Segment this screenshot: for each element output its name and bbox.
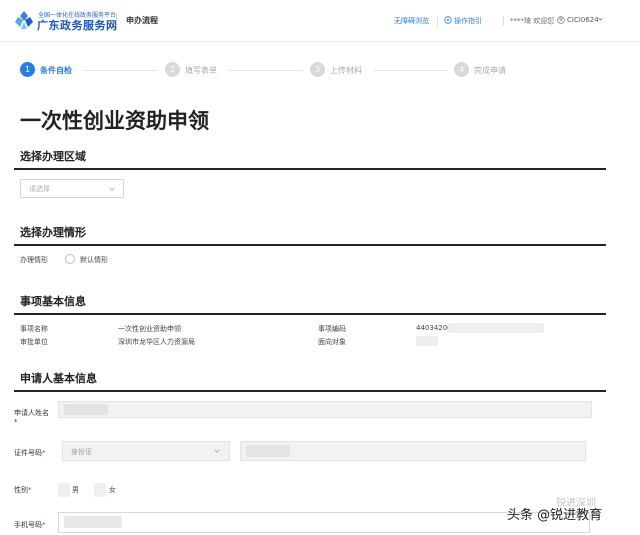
female-radio[interactable]	[94, 483, 106, 497]
section-divider	[14, 313, 606, 315]
page-title: 一次性创业资助申领	[20, 109, 209, 133]
operation-guide-link[interactable]: 操作指引	[454, 16, 482, 26]
redacted-phone	[64, 516, 122, 528]
section-divider	[14, 168, 606, 170]
step-label: 条件自检	[40, 66, 72, 75]
page-name: 申办流程	[126, 16, 158, 25]
phone-label: 手机号码*	[14, 520, 46, 530]
region-select-placeholder: 请选择	[29, 185, 50, 193]
redacted-target	[416, 336, 438, 346]
required-mark: *	[42, 449, 46, 457]
chevron-down-icon[interactable]	[214, 447, 220, 453]
section-divider	[14, 390, 606, 392]
step-label: 填写表单	[185, 66, 217, 75]
welcome-text: ****琦 欢迎您	[510, 17, 555, 25]
step-number: 4	[454, 62, 469, 77]
header-divider	[116, 14, 117, 28]
approval-unit-label: 审批单位	[20, 338, 48, 346]
redacted-name	[64, 404, 108, 415]
header-separator	[437, 17, 438, 26]
section-divider	[14, 244, 606, 246]
id-number-label-text: 证件号码	[14, 449, 42, 457]
required-mark: *	[28, 486, 32, 494]
redacted-code	[448, 323, 544, 333]
item-code-label: 事项编码	[318, 325, 346, 333]
id-type-value: 身份证	[71, 448, 92, 456]
scenario-option-label: 默认情形	[80, 256, 108, 264]
male-option-label: 男	[72, 486, 79, 494]
step-connector	[229, 70, 303, 71]
accessibility-link[interactable]: 无障碍浏览	[394, 16, 429, 26]
applicant-section-title: 申请人基本信息	[20, 372, 97, 385]
item-name-value: 一次性创业资助申领	[118, 325, 181, 333]
scenario-radio[interactable]	[65, 254, 75, 264]
applicant-name-input[interactable]	[58, 401, 592, 418]
step-number: 2	[165, 62, 180, 77]
platform-name[interactable]: 广东政务服务网	[37, 17, 118, 33]
gender-label-text: 性别	[14, 486, 28, 494]
header-separator	[503, 17, 504, 26]
chevron-down-icon[interactable]	[109, 185, 115, 191]
required-mark: *	[14, 418, 18, 426]
step-label: 完成申请	[474, 66, 506, 75]
step-connector	[374, 70, 448, 71]
scenario-section-title: 选择办理情形	[20, 226, 86, 239]
top-header: 全国一体化在线政务服务平台 广东政务服务网 申办流程 无障碍浏览 操作指引 **…	[0, 0, 640, 42]
gender-label: 性别*	[14, 485, 32, 495]
user-icon[interactable]	[557, 16, 565, 24]
id-number-label: 证件号码*	[14, 448, 46, 458]
step-number: 3	[310, 62, 325, 77]
step-number: 1	[20, 62, 35, 77]
item-name-label: 事项名称	[20, 325, 48, 333]
applicant-name-label: 申请人姓名	[14, 409, 49, 417]
redacted-id	[246, 445, 290, 457]
guangdong-logo-icon[interactable]	[14, 10, 34, 30]
approval-unit-value: 深圳市龙华区人力资源局	[118, 338, 195, 346]
male-radio[interactable]	[58, 483, 70, 497]
header-separator	[551, 17, 552, 26]
scenario-label: 办理情形	[20, 256, 48, 264]
item-info-section-title: 事项基本信息	[20, 295, 86, 308]
phone-label-text: 手机号码	[14, 521, 42, 529]
watermark-text: 头条 @锐进教育	[507, 508, 603, 523]
chevron-down-icon[interactable]	[598, 16, 603, 21]
guide-icon[interactable]	[444, 16, 452, 24]
user-account[interactable]: CICI0624	[567, 16, 599, 24]
female-option-label: 女	[109, 486, 116, 494]
id-type-select[interactable]: 身份证	[62, 441, 230, 461]
region-section-title: 选择办理区域	[20, 150, 86, 163]
step-label: 上传材料	[330, 66, 362, 75]
required-mark: *	[42, 521, 46, 529]
region-select[interactable]: 请选择	[20, 179, 124, 198]
id-number-input[interactable]	[240, 441, 586, 461]
step-connector	[84, 70, 158, 71]
target-label: 面向对象	[318, 338, 346, 346]
